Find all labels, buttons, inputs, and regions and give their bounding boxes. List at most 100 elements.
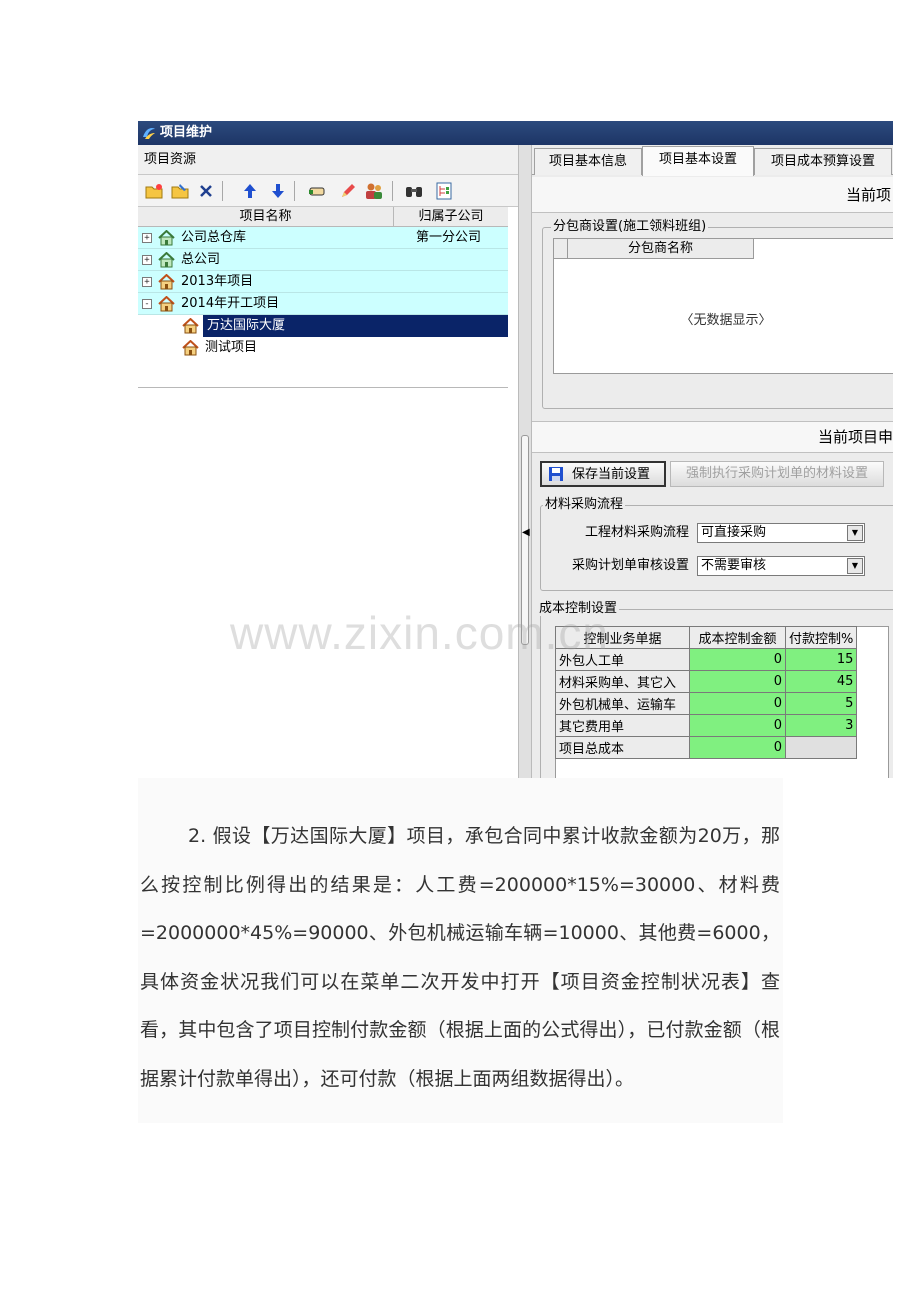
column-control-doc[interactable]: 控制业务单据 (555, 626, 690, 649)
toolbar-separator (294, 181, 295, 201)
cell-pay (784, 736, 858, 759)
house-icon (158, 274, 175, 290)
delete-icon[interactable] (196, 181, 216, 201)
tree-list-icon[interactable] (434, 181, 454, 201)
save-settings-label: 保存当前设置 (572, 467, 651, 482)
audit-label: 采购计划单审核设置 (571, 558, 689, 573)
audit-select[interactable]: 不需要审核 ▼ (697, 556, 865, 576)
house-icon (158, 296, 175, 312)
tree-item-label: 万达国际大厦 (203, 315, 508, 337)
table-row[interactable]: 外包人工单 0 15 (555, 648, 858, 671)
table-row[interactable]: 项目总成本 0 (555, 736, 858, 759)
floppy-disk-icon (549, 467, 563, 481)
column-subcontractor-name[interactable]: 分包商名称 (568, 239, 754, 259)
cell-amount[interactable]: 0 (689, 714, 786, 737)
tree-row-test[interactable]: 测试项目 (138, 337, 508, 359)
current-project-bar: 当前项 (532, 177, 893, 213)
cell-amount[interactable]: 0 (689, 648, 786, 671)
arrow-down-icon[interactable] (268, 181, 288, 201)
cell-doc: 外包人工单 (555, 648, 690, 671)
expand-icon[interactable]: + (142, 233, 152, 243)
settings-tabs: 项目基本信息 项目基本设置 项目成本预算设置 (532, 145, 893, 176)
project-settings-panel: 项目基本信息 项目基本设置 项目成本预算设置 当前项 分包商设置(施工领料班组)… (532, 145, 893, 778)
no-data-message: 〈无数据显示〉 (680, 313, 772, 328)
folder-new-icon[interactable] (144, 181, 164, 201)
cell-amount[interactable]: 0 (689, 670, 786, 693)
project-tree: + 公司总仓库 第一分公司 + 总公司 + 2013年项目 - 2014年开工项… (138, 227, 508, 359)
cell-doc: 外包机械单、运输车 (555, 692, 690, 715)
table-row[interactable]: 其它费用单 0 3 (555, 714, 858, 737)
project-resource-panel: 项目资源 项目名称 归属子公司 + 公司总仓库 第一分公司 + 总公司 + 20… (138, 145, 518, 778)
group-legend: 分包商设置(施工领料班组) (551, 219, 709, 234)
pen-icon[interactable] (338, 181, 358, 201)
tree-row-warehouse[interactable]: + 公司总仓库 第一分公司 (138, 227, 508, 249)
table-row[interactable]: 材料采购单、其它入 0 45 (555, 670, 858, 693)
house-icon (182, 318, 199, 334)
cell-doc: 材料采购单、其它入 (555, 670, 690, 693)
tree-divider (138, 387, 508, 388)
collapse-icon[interactable]: - (142, 299, 152, 309)
cell-amount[interactable]: 0 (689, 692, 786, 715)
expand-icon[interactable]: + (142, 277, 152, 287)
cell-pay[interactable]: 15 (784, 648, 858, 671)
house-green-icon (158, 230, 175, 246)
explanation-paragraph: 2. 假设【万达国际大厦】项目，承包合同中累计收款金额为20万，那么按控制比例得… (140, 812, 780, 1103)
tree-item-label: 2013年项目 (181, 274, 254, 289)
window-title: 项目维护 (160, 125, 213, 140)
explanation-text: 2. 假设【万达国际大厦】项目，承包合同中累计收款金额为20万，那么按控制比例得… (140, 825, 780, 1090)
flow-select[interactable]: 可直接采购 ▼ (697, 523, 865, 543)
cell-pay[interactable]: 3 (784, 714, 858, 737)
tree-item-label: 公司总仓库 (181, 230, 247, 245)
panel-splitter[interactable]: ◀ (518, 145, 532, 778)
force-material-setting-button[interactable]: 强制执行采购计划单的材料设置 (670, 461, 884, 487)
folder-edit-icon[interactable] (170, 181, 190, 201)
users-icon[interactable] (364, 181, 384, 201)
flow-label: 工程材料采购流程 (584, 525, 689, 540)
chevron-down-icon[interactable]: ▼ (847, 525, 863, 541)
column-project-name[interactable]: 项目名称 (138, 207, 394, 227)
arrow-up-icon[interactable] (240, 181, 260, 201)
subcontractor-grid[interactable]: 分包商名称 〈无数据显示〉 (553, 238, 893, 374)
binoculars-icon[interactable] (404, 181, 424, 201)
tab-cost-budget[interactable]: 项目成本预算设置 (754, 148, 892, 175)
chevron-down-icon[interactable]: ▼ (847, 558, 863, 574)
cell-pay[interactable]: 45 (784, 670, 858, 693)
cost-control-group: 成本控制设置 控制业务单据 成本控制金额 付款控制% 外包人工单 0 15 材料… (537, 602, 893, 778)
grid-indicator-column (554, 239, 568, 259)
cell-doc: 项目总成本 (555, 736, 690, 759)
tree-row-wanda[interactable]: 万达国际大厦 (138, 315, 508, 337)
group-legend: 材料采购流程 (543, 497, 626, 512)
tree-row-2014[interactable]: - 2014年开工项目 (138, 293, 508, 315)
tree-toolbar (138, 175, 518, 207)
tree-item-label: 测试项目 (205, 340, 258, 355)
tab-basic-info[interactable]: 项目基本信息 (534, 148, 642, 175)
tree-row-head-office[interactable]: + 总公司 (138, 249, 508, 271)
column-subsidiary[interactable]: 归属子公司 (394, 207, 508, 227)
column-control-amount[interactable]: 成本控制金额 (689, 626, 786, 649)
expand-icon[interactable]: + (142, 255, 152, 265)
tree-row-2013[interactable]: + 2013年项目 (138, 271, 508, 293)
tree-item-subsidiary: 第一分公司 (416, 230, 482, 245)
cost-control-table: 控制业务单据 成本控制金额 付款控制% 外包人工单 0 15 材料采购单、其它入… (555, 626, 858, 759)
cell-pay[interactable]: 5 (784, 692, 858, 715)
material-flow-group: 材料采购流程 工程材料采购流程 可直接采购 ▼ 采购计划单审核设置 不需要审核 … (540, 498, 893, 591)
group-legend: 成本控制设置 (537, 601, 620, 616)
collapse-left-icon[interactable]: ◀ (522, 527, 530, 538)
splitter-thumb[interactable] (521, 435, 529, 645)
project-maintenance-window: 项目维护 项目资源 项目名称 归属子公司 + 公司总仓库 第一分公司 + 总公司… (138, 121, 893, 778)
column-pay-percent[interactable]: 付款控制% (784, 626, 858, 649)
subcontractor-group: 分包商设置(施工领料班组) 分包商名称 〈无数据显示〉 (542, 220, 893, 409)
tree-item-label: 2014年开工项目 (181, 296, 280, 311)
current-project-apply-bar: 当前项目申 (532, 421, 893, 453)
cell-amount[interactable]: 0 (689, 736, 786, 759)
table-row[interactable]: 外包机械单、运输车 0 5 (555, 692, 858, 715)
toolbar-separator (392, 181, 393, 201)
cell-doc: 其它费用单 (555, 714, 690, 737)
tree-item-label: 总公司 (181, 252, 221, 267)
toolbar-separator (222, 181, 223, 201)
tab-basic-settings[interactable]: 项目基本设置 (642, 146, 754, 176)
hand-icon[interactable] (308, 181, 328, 201)
save-settings-button[interactable]: 保存当前设置 (540, 461, 666, 487)
house-icon (182, 340, 199, 356)
flow-value: 可直接采购 (701, 525, 767, 540)
